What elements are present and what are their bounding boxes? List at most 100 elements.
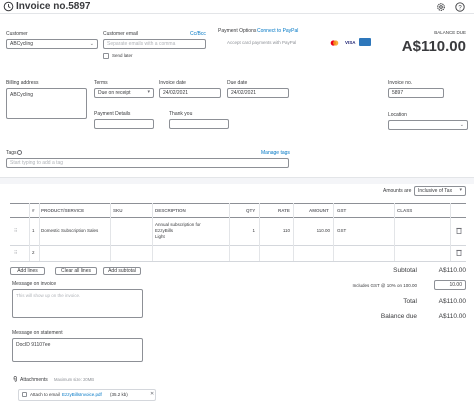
invoice-date-label: Invoice date (159, 80, 186, 86)
col-header-num: # (32, 208, 35, 213)
payment-options-label: Payment Options (218, 28, 257, 34)
message-statement-label: Message on statement (12, 330, 63, 336)
add-subtotal-button[interactable]: Add subtotal (103, 267, 141, 275)
trash-icon[interactable] (456, 227, 462, 234)
amex-icon (359, 38, 371, 46)
col-header-description: DESCRIPTION (155, 208, 186, 213)
row-product[interactable]: Domestic Subscription Sales (41, 228, 98, 233)
chevron-down-icon: ▾ (147, 89, 150, 95)
message-invoice-placeholder: This will show up on the invoice. (16, 293, 81, 298)
message-statement-value: DocID 91107ee (16, 342, 51, 348)
connect-paypal-link[interactable]: Connect to PayPal (257, 28, 298, 34)
customer-email-placeholder: Separate emails with a comma (107, 41, 176, 47)
location-select[interactable]: ⌄ (388, 120, 468, 130)
row-qty[interactable]: 1 (252, 228, 255, 233)
invoice-date-value: 24/02/2021 (163, 90, 189, 96)
total-label: Total (403, 298, 417, 305)
history-icon[interactable] (3, 1, 14, 12)
total-value: A$110.00 (438, 298, 466, 305)
form-divider-band (0, 177, 474, 184)
attachments-max-size: Maximum size: 20MB (54, 377, 95, 382)
message-statement-input[interactable]: DocID 91107ee (12, 338, 143, 362)
thank-you-input[interactable] (169, 119, 229, 129)
send-later-label: Send later (112, 53, 133, 58)
drag-handle-icon[interactable]: ⠿ (14, 228, 17, 234)
trash-icon[interactable] (456, 249, 462, 256)
row-rate[interactable]: 110 (283, 228, 290, 233)
accept-card-text: Accept card payments with PayPal (227, 40, 297, 45)
gst-amount-input[interactable]: 10.00 (434, 280, 466, 290)
message-invoice-label: Message on invoice (12, 281, 57, 287)
billing-address-input[interactable]: ABCycling (6, 88, 87, 119)
terms-value: Due on receipt (98, 90, 131, 96)
mastercard-icon (330, 40, 339, 46)
subtotal-value: A$110.00 (438, 267, 466, 274)
thank-you-label: Thank you (169, 111, 193, 117)
chevron-down-icon: ⌄ (459, 122, 464, 128)
customer-select[interactable]: ABCycling ⌄ (6, 39, 98, 49)
help-icon[interactable]: ? (455, 2, 465, 12)
row-num: 2 (32, 250, 35, 255)
balance-due-label: BALANCE DUE (434, 30, 466, 35)
attachment-file-link[interactable]: EzzyBillsInvoice.pdf (62, 392, 102, 397)
terms-label: Terms (94, 80, 108, 86)
cc-bcc-link[interactable]: Cc/Bcc (190, 31, 206, 37)
customer-email-input[interactable]: Separate emails with a comma (103, 39, 206, 49)
info-icon (17, 150, 22, 155)
payment-details-label: Payment Details (94, 111, 131, 117)
manage-tags-link[interactable]: Manage tags (261, 150, 290, 156)
col-header-sku: SKU (113, 208, 123, 213)
billing-address-label: Billing address (6, 80, 39, 86)
paperclip-icon (13, 376, 18, 382)
invoice-date-input[interactable]: 24/02/2021 (159, 88, 221, 98)
clear-all-lines-button[interactable]: Clear all lines (55, 267, 97, 275)
payment-details-input[interactable] (94, 119, 154, 129)
chevron-down-icon: ⌄ (89, 41, 94, 47)
col-header-qty: QTY (246, 208, 256, 213)
attach-to-email-checkbox[interactable] (22, 392, 27, 397)
gst-label: Includes GST @ 10% on 100.00 (352, 283, 417, 288)
subtotal-label: Subtotal (393, 267, 417, 274)
due-date-label: Due date (227, 80, 248, 86)
balance-due-amount: A$110.00 (401, 38, 466, 55)
send-later-checkbox[interactable] (103, 53, 109, 59)
col-header-product: PRODUCT/SERVICE (41, 208, 85, 213)
visa-icon: VISA (345, 40, 356, 45)
invoice-no-input[interactable]: 5897 (388, 88, 444, 98)
row-gst[interactable]: GST (337, 228, 346, 233)
billing-address-value: ABCycling (10, 92, 34, 98)
attachment-file-size: (35.2 kb) (110, 392, 128, 397)
row-description-line1[interactable]: Annual subscription for (155, 222, 201, 227)
line-items-table: # PRODUCT/SERVICE SKU DESCRIPTION QTY RA… (10, 203, 466, 263)
amounts-are-select[interactable]: Inclusive of Tax ▾ (414, 186, 466, 196)
customer-email-label: Customer email (103, 31, 139, 37)
row-num: 1 (32, 228, 35, 233)
row-amount[interactable]: 110.00 (317, 228, 330, 233)
col-header-class: CLASS (397, 208, 413, 213)
amounts-are-value: Inclusive of Tax (418, 188, 453, 194)
col-header-gst: GST (337, 208, 347, 213)
table-row[interactable]: ⠿ 1 Domestic Subscription Sales Annual s… (10, 218, 466, 245)
row-description-line3[interactable]: Light (155, 234, 165, 239)
chevron-down-icon: ▾ (459, 187, 462, 193)
terms-select[interactable]: Due on receipt ▾ (94, 88, 154, 98)
gear-icon[interactable] (436, 2, 446, 12)
gst-value: 10.00 (449, 282, 462, 288)
table-row[interactable]: ⠿ 2 (10, 246, 466, 261)
page-title: Invoice no.5897 (16, 1, 91, 12)
balance-due-footer-label: Balance due (380, 313, 417, 320)
customer-value: ABCycling (10, 41, 34, 47)
tags-input[interactable]: Start typing to add a tag (6, 158, 289, 168)
close-icon[interactable]: ✕ (150, 391, 154, 397)
drag-handle-icon[interactable]: ⠿ (14, 250, 17, 256)
col-header-amount: AMOUNT (309, 208, 329, 213)
due-date-input[interactable]: 24/02/2021 (227, 88, 289, 98)
message-invoice-input[interactable]: This will show up on the invoice. (12, 289, 143, 318)
customer-label: Customer (6, 31, 28, 37)
row-description-line2[interactable]: EzzyBills (155, 228, 173, 233)
amounts-are-label: Amounts are (383, 188, 412, 194)
attach-to-email-label: Attach to email (30, 392, 60, 397)
col-header-rate: RATE (278, 208, 290, 213)
add-lines-button[interactable]: Add lines (10, 267, 45, 275)
tags-placeholder: Start typing to add a tag (10, 160, 64, 166)
